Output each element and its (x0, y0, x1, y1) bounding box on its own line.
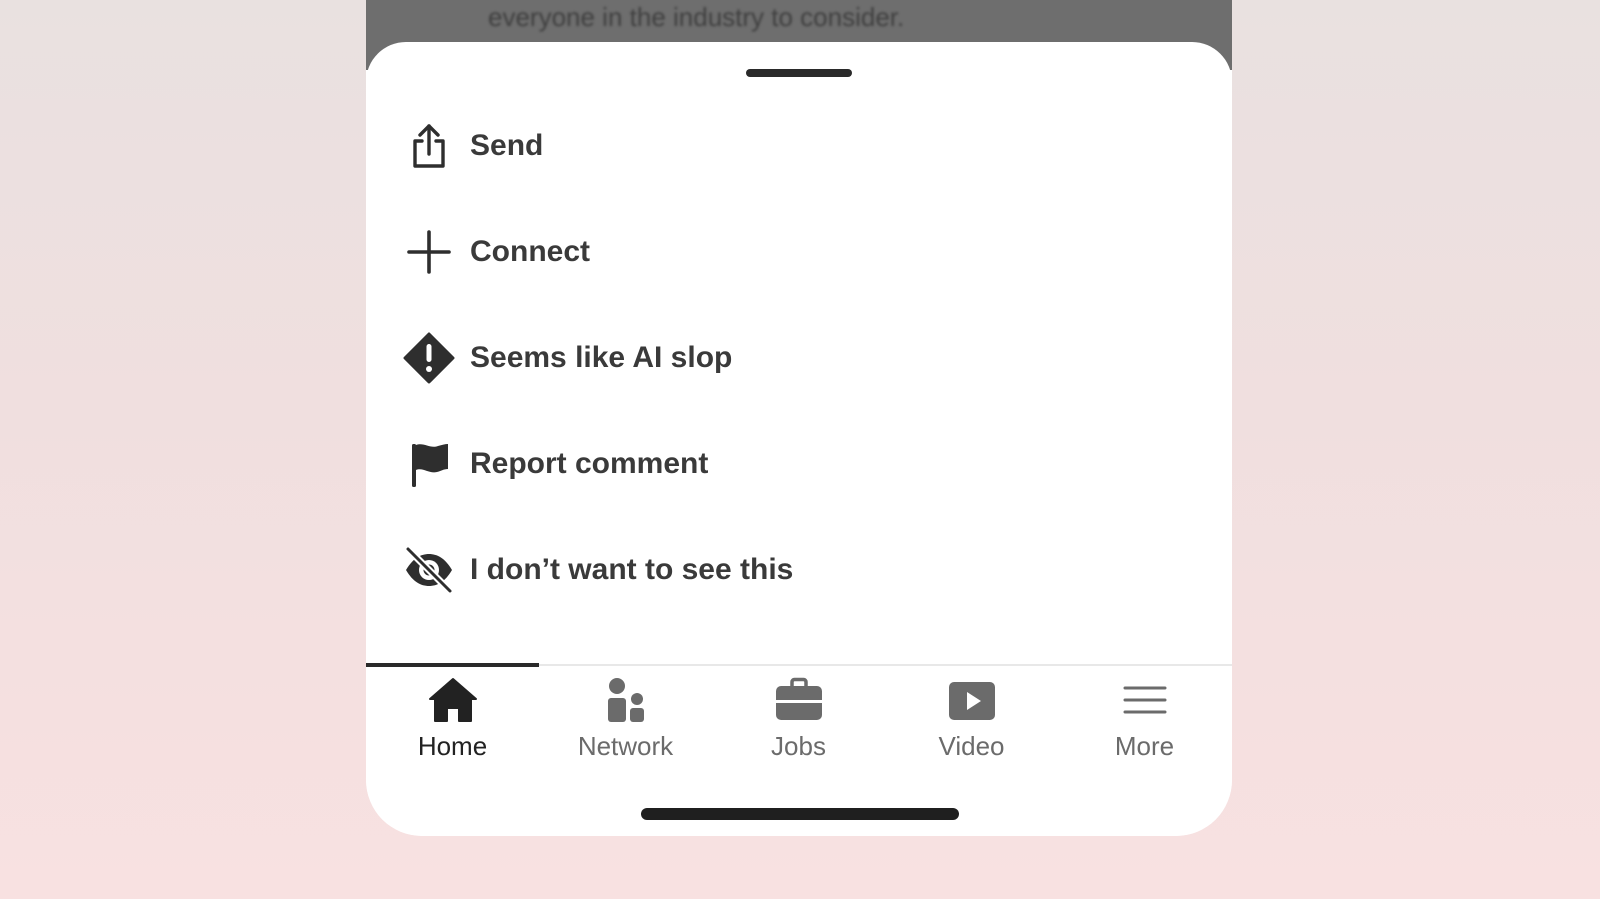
tab-label: More (1114, 731, 1175, 761)
menu-item-label: Report comment (470, 447, 709, 480)
tab-network[interactable]: Network (539, 676, 712, 766)
video-play-icon (945, 676, 999, 724)
briefcase-icon (772, 676, 826, 724)
tab-label: Video (938, 731, 1005, 761)
eye-slash-icon (402, 543, 456, 597)
tab-label: Home (417, 731, 488, 761)
menu-lines-icon (1118, 676, 1172, 724)
tab-home[interactable]: Home (366, 676, 539, 766)
menu-item-label: Seems like AI slop (470, 341, 733, 374)
share-upload-icon (402, 119, 456, 173)
menu-item-connect[interactable]: Connect (402, 217, 1182, 287)
network-people-icon (599, 676, 653, 724)
tab-more[interactable]: More (1058, 676, 1231, 766)
tab-label: Network (577, 731, 674, 761)
home-indicator[interactable] (641, 808, 959, 820)
flag-icon (402, 437, 456, 491)
menu-item-ai-slop[interactable]: Seems like AI slop (402, 323, 1182, 393)
menu-item-label: I don’t want to see this (470, 553, 794, 586)
home-icon (426, 676, 480, 724)
bottom-tab-bar: Home Network Jobs Video More (366, 663, 1232, 836)
menu-item-send[interactable]: Send (402, 111, 1182, 181)
post-text-snippet: everyone in the industry to consider. (488, 2, 905, 32)
phone-screen: everyone in the industry to consider. Se… (366, 0, 1232, 836)
warning-diamond-icon (402, 331, 456, 385)
tab-label: Jobs (771, 731, 826, 761)
plus-icon (402, 225, 456, 279)
active-tab-indicator (366, 663, 539, 667)
menu-item-report-comment[interactable]: Report comment (402, 429, 1182, 499)
sheet-grabber[interactable] (746, 69, 852, 77)
tab-jobs[interactable]: Jobs (712, 676, 885, 766)
menu-item-hide[interactable]: I don’t want to see this (402, 535, 1182, 605)
menu-item-label: Send (470, 129, 544, 162)
menu-item-label: Connect (470, 235, 590, 268)
tab-video[interactable]: Video (885, 676, 1058, 766)
